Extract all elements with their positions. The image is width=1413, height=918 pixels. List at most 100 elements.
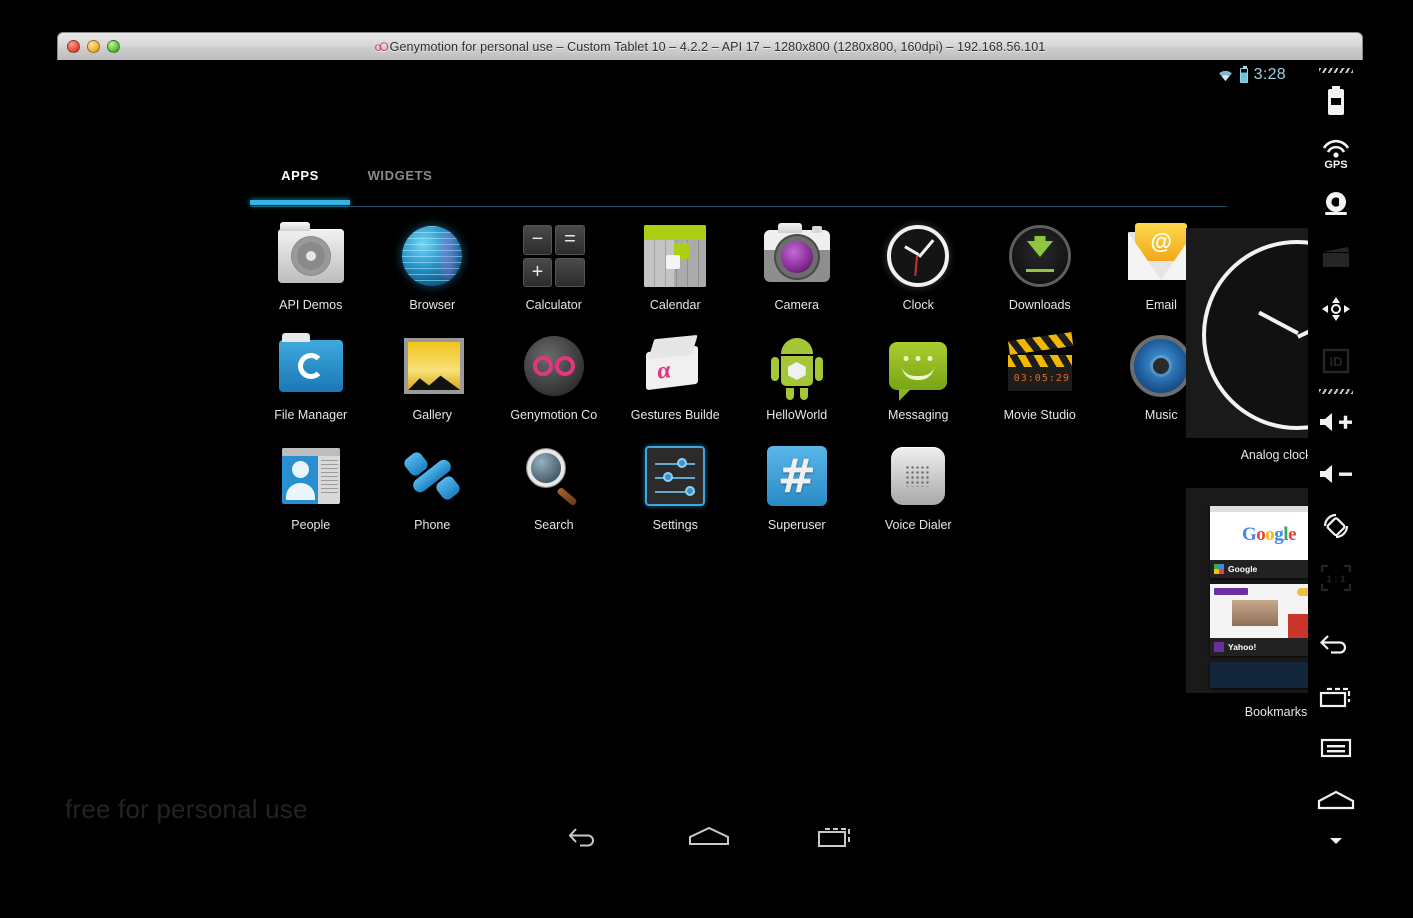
app-label: Genymotion Co — [510, 408, 598, 422]
app-icon-helloworld[interactable]: HelloWorld — [736, 330, 858, 440]
voice-dialer-icon — [882, 440, 954, 512]
app-icon-messaging[interactable]: Messaging — [858, 330, 980, 440]
battery-icon — [1239, 65, 1248, 83]
settings-icon — [639, 440, 711, 512]
app-icon-calendar[interactable]: Calendar — [615, 220, 737, 330]
close-button[interactable] — [67, 40, 80, 53]
webcam-icon — [1324, 192, 1347, 215]
volume-up-tool[interactable] — [1308, 396, 1363, 448]
home-tool[interactable] — [1308, 774, 1363, 826]
app-icon-settings[interactable]: Settings — [615, 440, 737, 550]
home-icon — [1317, 790, 1354, 810]
genymotion-config-icon — [518, 330, 590, 402]
app-grid: API Demos Browser − = + Calculator Calen… — [250, 220, 1230, 550]
id-icon: ID — [1322, 348, 1349, 374]
app-icon-people[interactable]: People — [250, 440, 372, 550]
app-label: People — [291, 518, 331, 532]
gestures-builder-icon: α — [639, 330, 711, 402]
app-icon-voice-dialer[interactable]: Voice Dialer — [858, 440, 980, 550]
app-icon-genymotion-config[interactable]: Genymotion Co — [493, 330, 615, 440]
app-label: API Demos — [279, 298, 343, 312]
android-navigation-bar — [57, 807, 1308, 865]
dpad-tool[interactable] — [1308, 283, 1363, 335]
app-icon-api-demos[interactable]: API Demos — [250, 220, 372, 330]
scale-label: 1 : 1 — [1326, 574, 1346, 585]
device-window: 3:28 APPS WIDGETS API Demos Browser − = … — [57, 60, 1363, 865]
chevron-down-icon — [1329, 838, 1342, 844]
movie-studio-digits: 03:05:29 — [1013, 373, 1070, 384]
volume-down-tool[interactable] — [1308, 448, 1363, 500]
window-titlebar: oO Genymotion for personal use – Custom T… — [57, 32, 1363, 60]
nav-home-button[interactable] — [674, 819, 744, 853]
app-icon-movie-studio[interactable]: 03:05:29 Movie Studio — [979, 330, 1101, 440]
app-icon-file-manager[interactable]: File Manager — [250, 330, 372, 440]
app-icon-phone[interactable]: Phone — [372, 440, 494, 550]
app-label: Voice Dialer — [884, 518, 952, 532]
screenshot-root: oO Genymotion for personal use – Custom T… — [0, 0, 1413, 918]
window-title-text: Genymotion for personal use – Custom Tab… — [389, 39, 1046, 54]
app-label: Settings — [652, 518, 698, 532]
search-icon — [518, 440, 590, 512]
app-icon-camera[interactable]: Camera — [736, 220, 858, 330]
video-capture-tool[interactable] — [1308, 231, 1363, 283]
movie-studio-icon: 03:05:29 — [1004, 330, 1076, 402]
wifi-icon — [1218, 70, 1232, 81]
launcher-tabs: APPS WIDGETS — [250, 163, 1227, 207]
genymotion-tool-rail: GPS ID 1: 1 — [1308, 60, 1363, 865]
app-icon-search[interactable]: Search — [493, 440, 615, 550]
app-label: Browser — [409, 298, 456, 312]
menu-icon — [1320, 738, 1351, 758]
home-icon — [689, 826, 729, 845]
rotate-icon — [1323, 513, 1348, 539]
android-screen: 3:28 APPS WIDGETS API Demos Browser − = … — [57, 60, 1363, 865]
tab-apps[interactable]: APPS — [250, 163, 350, 183]
scale-one-to-one-tool[interactable]: 1 : 1 — [1308, 552, 1363, 604]
window-traffic-lights — [67, 40, 120, 53]
app-icon-browser[interactable]: Browser — [372, 220, 494, 330]
expand-tool[interactable] — [1308, 826, 1363, 856]
nav-back-button[interactable] — [549, 819, 619, 853]
app-label: Messaging — [888, 408, 949, 422]
rotate-tool[interactable] — [1308, 500, 1363, 552]
app-icon-calculator[interactable]: − = + Calculator — [493, 220, 615, 330]
nav-recents-button[interactable] — [800, 819, 870, 853]
camera-icon — [761, 220, 833, 292]
gallery-icon — [396, 330, 468, 402]
battery-tool[interactable] — [1308, 75, 1363, 127]
minimize-button[interactable] — [87, 40, 100, 53]
identifiers-tool[interactable]: ID — [1308, 335, 1363, 387]
id-label: ID — [1329, 354, 1342, 369]
rail-separator — [1318, 389, 1353, 394]
app-label: Movie Studio — [1003, 408, 1076, 422]
gps-icon: GPS — [1322, 139, 1349, 170]
android-status-bar: 3:28 — [908, 60, 1308, 90]
zoom-button[interactable] — [107, 40, 120, 53]
camera-tool[interactable] — [1308, 179, 1363, 231]
app-label: Camera — [774, 298, 819, 312]
app-label: Email — [1145, 298, 1177, 312]
messaging-icon — [882, 330, 954, 402]
back-icon — [568, 828, 594, 847]
yahoo-favicon-icon — [1214, 642, 1224, 652]
rail-separator — [1318, 68, 1353, 73]
clock-icon — [882, 220, 954, 292]
app-icon-clock[interactable]: Clock — [858, 220, 980, 330]
app-label: Calendar — [649, 298, 701, 312]
app-icon-downloads[interactable]: Downloads — [979, 220, 1101, 330]
recents-tool[interactable] — [1308, 670, 1363, 722]
gps-label: GPS — [1324, 159, 1347, 170]
gps-tool[interactable]: GPS — [1308, 127, 1363, 179]
calendar-icon — [639, 220, 711, 292]
app-label: Gestures Builde — [630, 408, 720, 422]
back-tool[interactable] — [1308, 618, 1363, 670]
app-icon-gestures-builder[interactable]: α Gestures Builde — [615, 330, 737, 440]
app-icon-gallery[interactable]: Gallery — [372, 330, 494, 440]
recents-icon — [818, 828, 850, 847]
superuser-icon: # — [761, 440, 833, 512]
app-label: Search — [533, 518, 574, 532]
app-label: Phone — [414, 518, 451, 532]
tab-widgets[interactable]: WIDGETS — [350, 163, 450, 183]
menu-tool[interactable] — [1308, 722, 1363, 774]
calculator-icon: − = + — [518, 220, 590, 292]
app-icon-superuser[interactable]: # Superuser — [736, 440, 858, 550]
